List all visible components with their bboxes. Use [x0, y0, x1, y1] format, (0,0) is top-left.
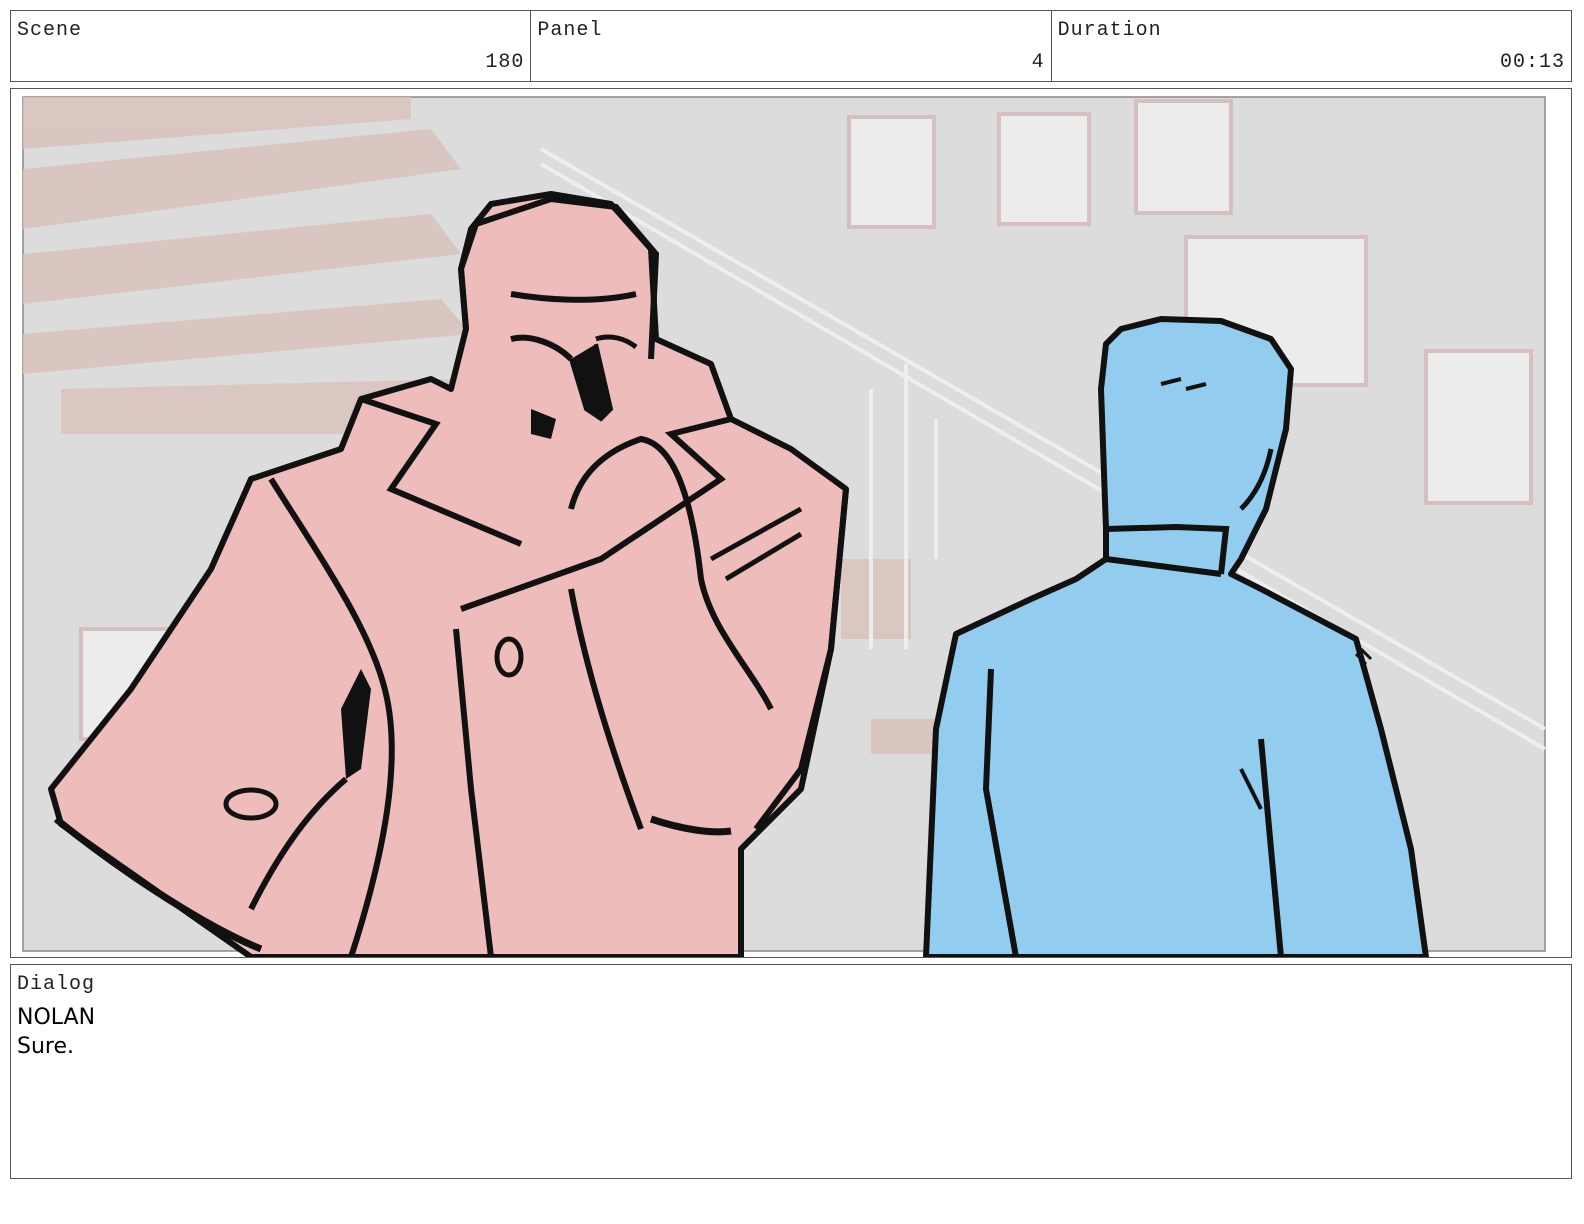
dialog-speaker: NOLAN — [17, 1005, 96, 1030]
scene-cell: Scene 180 — [11, 11, 532, 81]
scene-number: 180 — [485, 51, 525, 74]
panel-number: 4 — [1031, 51, 1045, 74]
duration-value: 00:13 — [1499, 51, 1565, 74]
dialog-label: Dialog — [17, 973, 96, 996]
dialog-box: Dialog NOLAN Sure. — [10, 964, 1572, 1179]
duration-cell: Duration 00:13 — [1052, 11, 1571, 81]
panel-cell: Panel 4 — [531, 11, 1052, 81]
panel-label: Panel — [537, 19, 603, 42]
storyboard-drawing — [22, 96, 1547, 957]
storyboard-frame — [10, 88, 1572, 958]
dialog-line: Sure. — [17, 1034, 74, 1059]
scene-label: Scene — [17, 19, 83, 42]
duration-label: Duration — [1057, 19, 1162, 42]
panel-header: Scene 180 Panel 4 Duration 00:13 — [10, 10, 1572, 82]
